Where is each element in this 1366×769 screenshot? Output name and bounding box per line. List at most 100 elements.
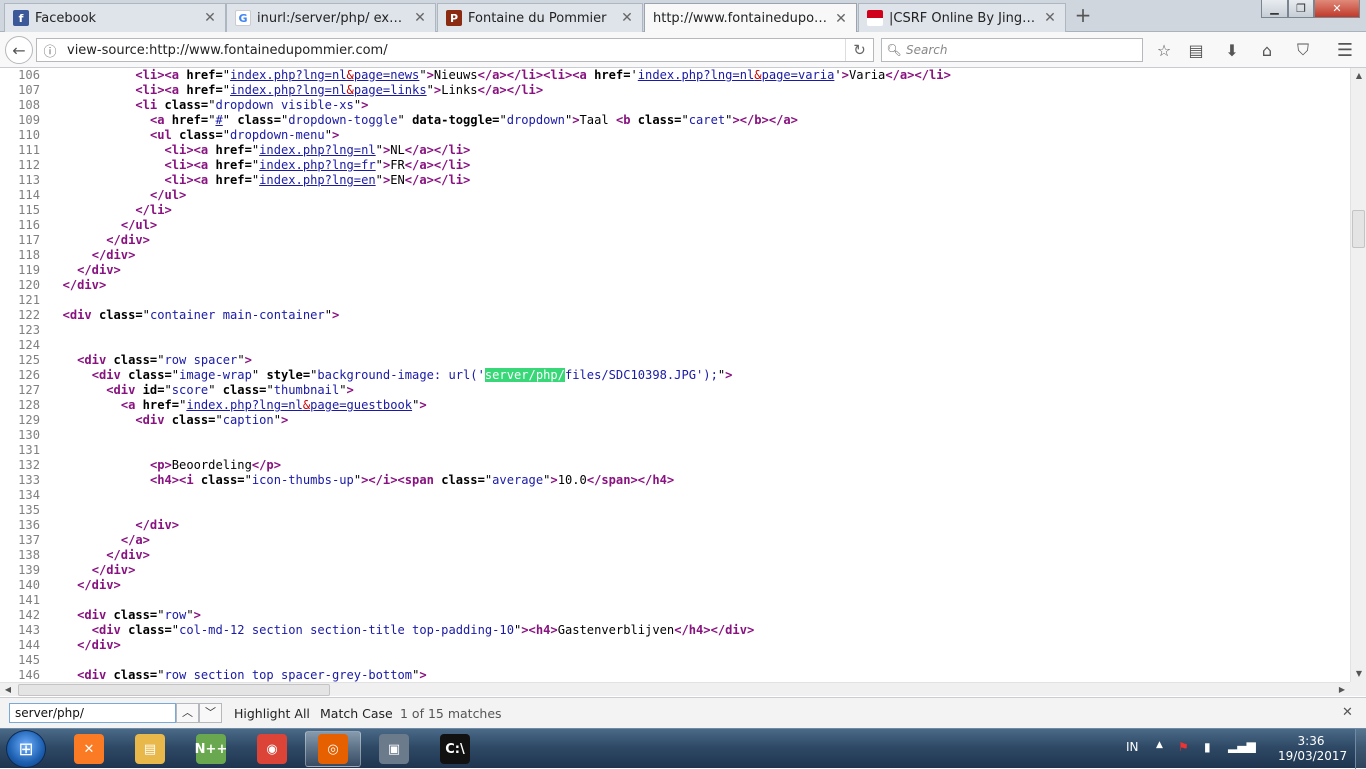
source-line[interactable]: 131 — [0, 443, 1350, 458]
source-line[interactable]: 123 — [0, 323, 1350, 338]
tab-4[interactable]: http://www.fontainedupommi... ✕ — [644, 3, 857, 33]
scroll-up-arrow-icon[interactable]: ▲ — [1351, 68, 1366, 84]
source-line[interactable]: 140 </div> — [0, 578, 1350, 593]
search-placeholder[interactable]: Search — [906, 43, 948, 57]
line-code[interactable]: </a> — [48, 533, 150, 548]
line-code[interactable]: </ul> — [48, 188, 186, 203]
line-code[interactable]: <li><a href="index.php?lng=nl&page=news"… — [48, 68, 951, 83]
power-icon[interactable]: ▮ — [1204, 740, 1211, 754]
new-tab-button[interactable]: + — [1072, 5, 1094, 27]
line-code[interactable]: <div class="row spacer"> — [48, 353, 252, 368]
source-line[interactable]: 145 — [0, 653, 1350, 668]
line-code[interactable]: </div> — [48, 518, 179, 533]
source-line[interactable]: 110 <ul class="dropdown-menu"> — [0, 128, 1350, 143]
source-line[interactable]: 134 — [0, 488, 1350, 503]
source-line[interactable]: 118 </div> — [0, 248, 1350, 263]
scroll-left-arrow-icon[interactable]: ◀ — [0, 683, 16, 697]
tab-close-icon[interactable]: ✕ — [1043, 10, 1057, 26]
source-line[interactable]: 132 <p>Beoordeling</p> — [0, 458, 1350, 473]
source-line[interactable]: 121 — [0, 293, 1350, 308]
maximize-button[interactable]: ❐ — [1288, 0, 1314, 18]
line-code[interactable]: <h4><i class="icon-thumbs-up"></i><span … — [48, 473, 674, 488]
source-line[interactable]: 135 — [0, 503, 1350, 518]
source-line[interactable]: 108 <li class="dropdown visible-xs"> — [0, 98, 1350, 113]
line-code[interactable]: <ul class="dropdown-menu"> — [48, 128, 339, 143]
tab-2[interactable]: Ginurl:/server/php/ ext:jpg si... ✕ — [226, 3, 436, 32]
match-case-toggle[interactable]: Match Case — [320, 706, 393, 721]
url-text[interactable]: view-source:http://www.fontainedupommier… — [63, 43, 845, 58]
line-code[interactable]: </div> — [48, 233, 150, 248]
source-line[interactable]: 109 <a href="#" class="dropdown-toggle" … — [0, 113, 1350, 128]
source-line[interactable]: 113 <li><a href="index.php?lng=en">EN</a… — [0, 173, 1350, 188]
taskbar-item[interactable]: C:\ — [427, 731, 483, 767]
vertical-scroll-thumb[interactable] — [1352, 210, 1365, 248]
horizontal-scroll-thumb[interactable] — [18, 684, 330, 696]
info-icon[interactable]: ⓘ — [37, 41, 63, 60]
source-line[interactable]: 117 </div> — [0, 233, 1350, 248]
pocket-icon[interactable]: ⛉ — [1290, 38, 1316, 62]
start-button[interactable]: ⊞ — [6, 730, 46, 768]
source-line[interactable]: 141 — [0, 593, 1350, 608]
tab-1[interactable]: f Facebook ✕ — [4, 3, 226, 32]
taskbar-item[interactable]: ◉ — [244, 731, 300, 767]
source-line[interactable]: 126 <div class="image-wrap" style="backg… — [0, 368, 1350, 383]
line-code[interactable]: <li><a href="index.php?lng=nl&page=links… — [48, 83, 543, 98]
line-code[interactable]: <div class="col-md-12 section section-ti… — [48, 623, 755, 638]
source-line[interactable]: 124 — [0, 338, 1350, 353]
page-source-view[interactable]: 106 <li><a href="index.php?lng=nl&page=n… — [0, 68, 1350, 682]
source-line[interactable]: 128 <a href="index.php?lng=nl&page=guest… — [0, 398, 1350, 413]
show-desktop-button[interactable] — [1355, 729, 1366, 769]
scroll-right-arrow-icon[interactable]: ▶ — [1334, 683, 1350, 697]
source-line[interactable]: 130 — [0, 428, 1350, 443]
line-code[interactable]: <div class="row section top spacer-grey-… — [48, 668, 427, 682]
volume-icon[interactable]: 🔈︎ — [1252, 739, 1259, 754]
scroll-down-arrow-icon[interactable]: ▼ — [1351, 666, 1366, 682]
line-code[interactable]: <div class="caption"> — [48, 413, 288, 428]
taskbar-item[interactable]: ▣ — [366, 731, 422, 767]
source-line[interactable]: 142 <div class="row"> — [0, 608, 1350, 623]
bookmark-star-icon[interactable]: ☆ — [1151, 38, 1177, 62]
source-line[interactable]: 115 </li> — [0, 203, 1350, 218]
line-code[interactable]: </li> — [48, 203, 171, 218]
source-line[interactable]: 112 <li><a href="index.php?lng=fr">FR</a… — [0, 158, 1350, 173]
line-code[interactable]: <a href="index.php?lng=nl&page=guestbook… — [48, 398, 427, 413]
search-bar[interactable]: 🔍︎ Search — [881, 38, 1143, 62]
reload-icon[interactable]: ↻ — [845, 39, 873, 61]
line-code[interactable]: <li><a href="index.php?lng=nl">NL</a></l… — [48, 143, 471, 158]
taskbar-item[interactable]: N++ — [183, 731, 239, 767]
line-code[interactable]: <li><a href="index.php?lng=en">EN</a></l… — [48, 173, 471, 188]
tray-expand-icon[interactable]: ▲ — [1156, 740, 1163, 750]
find-previous-button[interactable]: ︿ — [176, 703, 199, 723]
tab-3[interactable]: P Fontaine du Pommier ✕ — [437, 3, 643, 32]
source-line[interactable]: 146 <div class="row section top spacer-g… — [0, 668, 1350, 682]
source-line[interactable]: 106 <li><a href="index.php?lng=nl&page=n… — [0, 68, 1350, 83]
source-line[interactable]: 136 </div> — [0, 518, 1350, 533]
source-line[interactable]: 107 <li><a href="index.php?lng=nl&page=l… — [0, 83, 1350, 98]
tab-close-icon[interactable]: ✕ — [620, 10, 634, 26]
taskbar-item[interactable]: ✕ — [61, 731, 117, 767]
source-line[interactable]: 119 </div> — [0, 263, 1350, 278]
line-code[interactable]: <li class="dropdown visible-xs"> — [48, 98, 368, 113]
line-code[interactable]: <p>Beoordeling</p> — [48, 458, 281, 473]
home-icon[interactable]: ⌂ — [1254, 38, 1280, 62]
source-line[interactable]: 129 <div class="caption"> — [0, 413, 1350, 428]
tab-close-icon[interactable]: ✕ — [413, 10, 427, 26]
line-code[interactable]: </div> — [48, 563, 136, 578]
vertical-scrollbar[interactable]: ▲ ▼ — [1350, 68, 1366, 682]
line-code[interactable]: <a href="#" class="dropdown-toggle" data… — [48, 113, 798, 128]
source-line[interactable]: 144 </div> — [0, 638, 1350, 653]
line-code[interactable]: </div> — [48, 548, 150, 563]
menu-icon[interactable]: ☰ — [1332, 38, 1358, 62]
taskbar-item[interactable]: ▤ — [122, 731, 178, 767]
line-code[interactable]: <div class="image-wrap" style="backgroun… — [48, 368, 732, 383]
line-code[interactable]: <div id="score" class="thumbnail"> — [48, 383, 354, 398]
taskbar-item[interactable]: ◎ — [305, 731, 361, 767]
back-button[interactable]: ← — [5, 36, 33, 64]
line-code[interactable]: </div> — [48, 278, 107, 293]
language-indicator[interactable]: IN — [1126, 740, 1139, 754]
network-warning-icon[interactable]: ⚑ — [1178, 740, 1189, 754]
line-code[interactable]: </div> — [48, 578, 121, 593]
source-line[interactable]: 127 <div id="score" class="thumbnail"> — [0, 383, 1350, 398]
reading-list-icon[interactable]: ▤ — [1183, 38, 1209, 62]
find-close-icon[interactable]: ✕ — [1342, 705, 1353, 720]
